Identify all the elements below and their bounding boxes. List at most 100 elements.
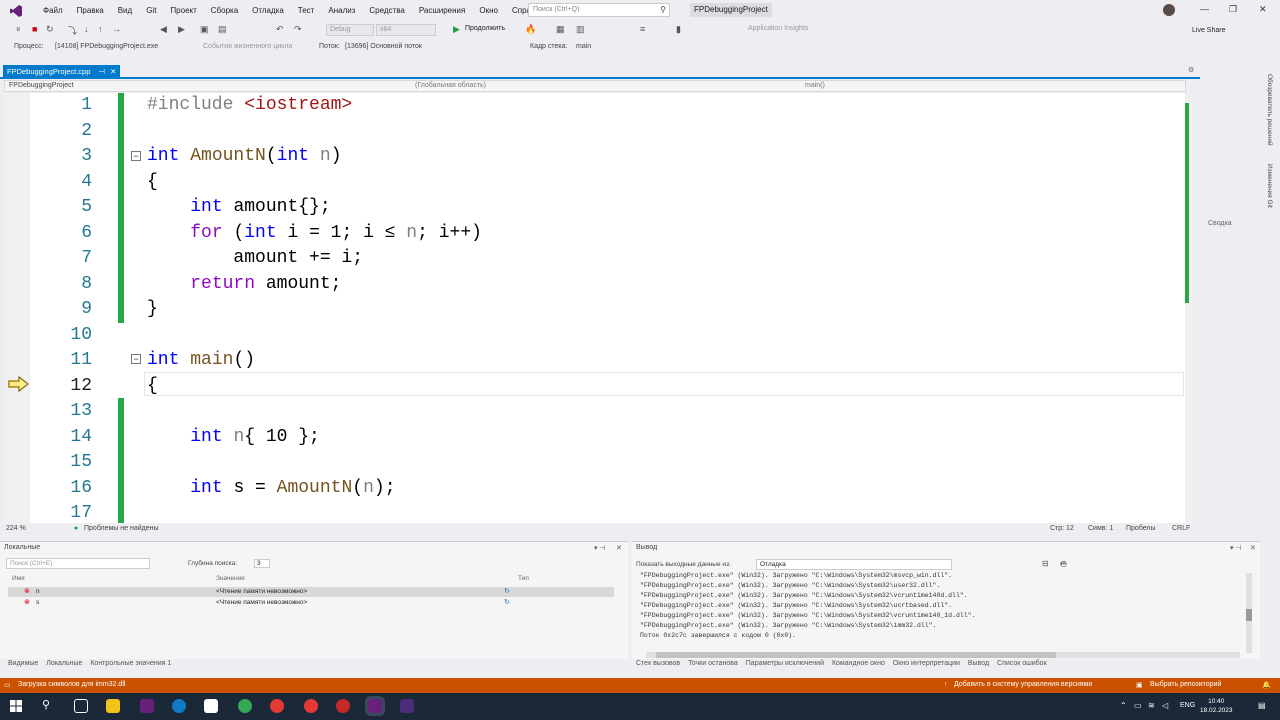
step-out-icon[interactable]: ↑ bbox=[98, 24, 103, 34]
nav-project-dropdown[interactable]: FPDebuggingProject bbox=[9, 82, 74, 89]
maximize-icon[interactable]: ❐ bbox=[1229, 4, 1237, 15]
col-header-value[interactable]: Значение bbox=[216, 575, 245, 582]
collapse-icon[interactable]: − bbox=[131, 354, 141, 364]
step-into-icon[interactable]: ↓ bbox=[84, 24, 89, 34]
tab-watch-1[interactable]: Контрольные значения 1 bbox=[90, 660, 171, 667]
refresh-icon[interactable]: ↻ bbox=[504, 587, 510, 595]
continue-icon[interactable]: ▶ bbox=[453, 24, 460, 35]
panel-close-icon[interactable]: ✕ bbox=[1250, 544, 1256, 552]
show-next-icon[interactable]: → bbox=[112, 24, 121, 34]
panel-menu-icon[interactable]: ▾ ⊣ bbox=[1230, 544, 1242, 552]
settings-icon[interactable]: ⚙ bbox=[1188, 66, 1194, 74]
yandex-icon[interactable] bbox=[270, 699, 284, 713]
stack-frame-dropdown[interactable]: main bbox=[576, 43, 591, 50]
menu-window[interactable]: Окно bbox=[472, 6, 505, 15]
nav-forward-icon[interactable]: ▶ bbox=[178, 24, 185, 35]
code-line[interactable]: for (int i = 1; i ≤ n; i++) bbox=[147, 221, 482, 247]
notifications-icon[interactable]: 🔔 bbox=[1262, 681, 1271, 689]
thread-dropdown[interactable]: [13696] Основной поток bbox=[345, 43, 422, 50]
diagnostics-icon[interactable]: ▦ bbox=[556, 24, 565, 35]
minimize-icon[interactable]: — bbox=[1200, 4, 1209, 14]
app-insights-button[interactable]: Application Insights bbox=[748, 25, 808, 32]
collapse-icon[interactable]: − bbox=[131, 151, 141, 161]
wifi-icon[interactable]: ≋ bbox=[1148, 701, 1155, 710]
tab-immediate-window[interactable]: Окно интерпретации bbox=[893, 660, 960, 667]
menu-file[interactable]: Файл bbox=[36, 6, 70, 15]
zoom-level[interactable]: 224 % bbox=[6, 525, 26, 532]
tab-error-list[interactable]: Список ошибок bbox=[997, 660, 1047, 667]
col-header-name[interactable]: Имя bbox=[12, 575, 25, 582]
chrome-icon[interactable] bbox=[238, 699, 252, 713]
close-icon[interactable]: ✕ bbox=[1259, 4, 1267, 15]
output-source-dropdown[interactable]: Отладка bbox=[756, 559, 952, 570]
code-line[interactable]: { bbox=[147, 374, 158, 400]
terminal-icon[interactable] bbox=[400, 699, 414, 713]
align-icon[interactable]: ≡ bbox=[640, 24, 645, 34]
search-depth-dropdown[interactable]: 3 bbox=[254, 559, 270, 568]
code-line[interactable]: int main() bbox=[147, 348, 255, 374]
col-header-type[interactable]: Тип bbox=[518, 575, 529, 582]
tray-chevron-icon[interactable]: ⌃ bbox=[1120, 701, 1127, 710]
solution-explorer-tab[interactable]: Обозреватель решений bbox=[1266, 74, 1273, 146]
windows-start-icon[interactable] bbox=[10, 700, 22, 712]
code-line[interactable]: int s = AmountN(n); bbox=[147, 476, 395, 502]
editor-scrollbar[interactable] bbox=[1185, 93, 1193, 523]
code-line[interactable]: { bbox=[147, 170, 158, 196]
nav-scope-dropdown[interactable]: (Глобальная область) bbox=[415, 82, 486, 89]
code-line[interactable]: int amount{}; bbox=[147, 195, 330, 221]
git-changes-tab[interactable]: Изменения Git bbox=[1266, 164, 1273, 208]
nav-back-icon[interactable]: ◀ bbox=[160, 24, 167, 35]
panel-close-icon[interactable]: ✕ bbox=[616, 544, 622, 552]
live-share-button[interactable]: Live Share bbox=[1192, 27, 1225, 34]
redo-icon[interactable]: ↷ bbox=[294, 24, 302, 35]
code-line[interactable]: #include <iostream> bbox=[147, 93, 352, 119]
save-icon[interactable]: ▣ bbox=[200, 24, 209, 35]
tab-breakpoints[interactable]: Точки останова bbox=[688, 660, 738, 667]
menu-extensions[interactable]: Расширения bbox=[412, 6, 473, 15]
menu-build[interactable]: Сборка bbox=[204, 6, 245, 15]
eol-indicator[interactable]: CRLF bbox=[1172, 525, 1190, 532]
code-line[interactable]: } bbox=[147, 297, 158, 323]
nav-function-dropdown[interactable]: main() bbox=[805, 82, 825, 89]
tab-output[interactable]: Вывод bbox=[968, 660, 989, 667]
panel-menu-icon[interactable]: ▾ ⊣ bbox=[594, 544, 606, 552]
notification-center-icon[interactable]: ▤ bbox=[1258, 701, 1266, 710]
code-line[interactable]: amount += i; bbox=[147, 246, 363, 272]
language-indicator[interactable]: ENG bbox=[1180, 702, 1195, 709]
restart-icon[interactable]: ↻ bbox=[46, 24, 54, 35]
clear-all-icon[interactable]: ⊟ bbox=[1042, 559, 1049, 568]
network-icon[interactable]: ▭ bbox=[1134, 701, 1142, 710]
menu-test[interactable]: Тест bbox=[291, 6, 322, 15]
pin-icon[interactable]: ⊣ bbox=[98, 67, 105, 76]
tab-command-window[interactable]: Командное окно bbox=[832, 660, 885, 667]
locals-row[interactable]: ⊗ s <Чтение памяти невозможно> ↻ bbox=[8, 598, 614, 608]
spaces-indicator[interactable]: Пробелы bbox=[1126, 525, 1156, 532]
store-icon[interactable] bbox=[204, 699, 218, 713]
visual-studio-icon[interactable] bbox=[140, 699, 154, 713]
tab-exception-settings[interactable]: Параметры исключений bbox=[746, 660, 824, 667]
task-view-icon[interactable] bbox=[74, 699, 88, 713]
clock-icon[interactable]: ◷ bbox=[1060, 559, 1067, 568]
locals-row[interactable]: ⊗ n <Чтение памяти невозможно> ↻ bbox=[8, 587, 614, 597]
search-icon[interactable]: ⚲ bbox=[42, 698, 50, 711]
process-dropdown[interactable]: [14108] FPDebuggingProject.exe bbox=[55, 43, 158, 50]
pause-icon[interactable]: ⏸ bbox=[16, 24, 21, 35]
continue-button[interactable]: Продолжить bbox=[465, 25, 505, 32]
stop-icon[interactable]: ■ bbox=[32, 24, 37, 34]
add-to-source-control-button[interactable]: Добавить в систему управления версиями bbox=[954, 681, 1092, 688]
visual-studio-active-icon[interactable] bbox=[368, 699, 382, 713]
config-dropdown[interactable]: Debug bbox=[326, 24, 374, 36]
file-explorer-icon[interactable] bbox=[106, 699, 120, 713]
tab-call-stack[interactable]: Стек вызовов bbox=[636, 660, 680, 667]
output-hscrollbar[interactable] bbox=[646, 652, 1240, 658]
platform-dropdown[interactable]: x64 bbox=[376, 24, 436, 36]
search-input[interactable]: Поиск (Ctrl+Q) ⚲ bbox=[528, 3, 670, 17]
clock[interactable]: 10:40 18.02.2023 bbox=[1200, 697, 1233, 715]
menu-project[interactable]: Проект bbox=[163, 6, 203, 15]
save-all-icon[interactable]: ▤ bbox=[218, 24, 227, 35]
layout-icon[interactable]: ▥ bbox=[576, 24, 585, 35]
bookmark-icon[interactable]: ▮ bbox=[676, 24, 681, 35]
tab-close-icon[interactable]: ✕ bbox=[110, 67, 116, 76]
yandex-browser-icon[interactable] bbox=[304, 699, 318, 713]
step-over-icon[interactable]: ⤵ bbox=[68, 24, 77, 37]
